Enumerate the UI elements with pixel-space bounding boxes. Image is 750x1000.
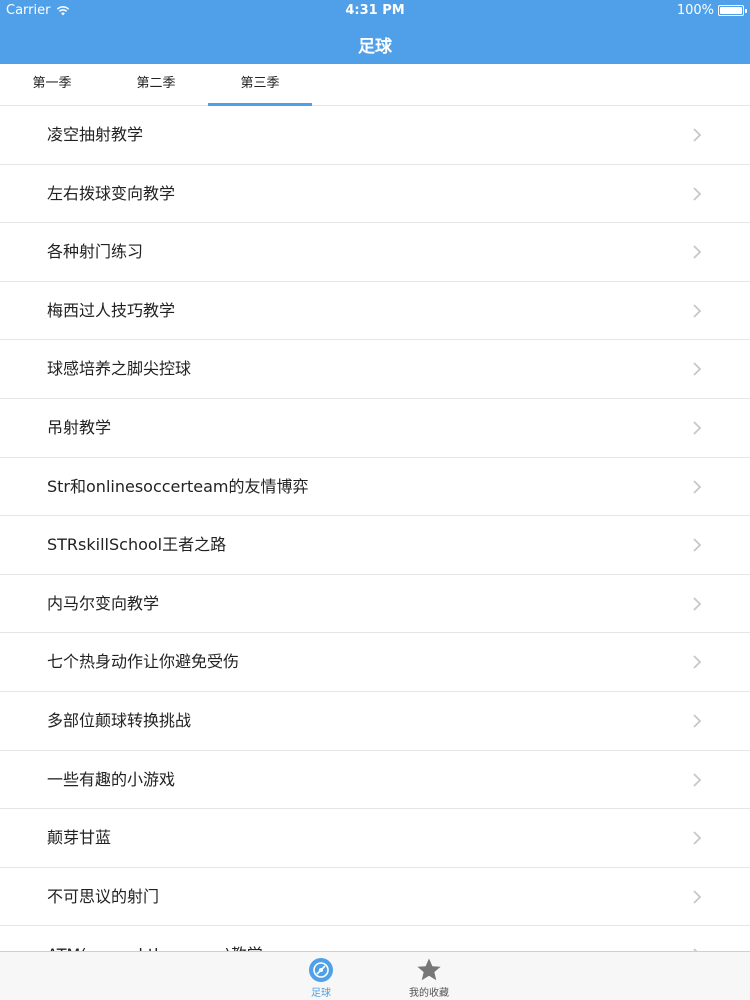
list-item-label: 各种射门练习 xyxy=(47,242,144,262)
list-item-label: ATM(around the moon)教学 xyxy=(47,926,263,951)
season-tabs: 第一季 第二季 第三季 xyxy=(0,64,750,106)
header: Carrier 4:31 PM 100% 足球 xyxy=(0,0,750,64)
chevron-right-icon xyxy=(693,479,702,494)
video-list[interactable]: 凌空抽射教学左右拨球变向教学 各种射门练习梅西过人技巧教学 球感培养之脚尖控球 吊射教… xyxy=(0,106,750,951)
list-item-label: 球感培养之脚尖控球 xyxy=(47,359,192,379)
chevron-right-icon xyxy=(693,245,702,259)
list-item-label: 左右拨球变向教学 xyxy=(47,183,176,203)
list-item[interactable]: 吊射教学 xyxy=(0,398,750,458)
bottom-tab-bar: 足球 我的收藏 xyxy=(0,951,750,1000)
chevron-right-icon xyxy=(693,655,702,669)
list-item[interactable]: 左右拨球变向教学 xyxy=(0,164,750,224)
list-item[interactable]: ATM(around the moon)教学 xyxy=(0,926,750,951)
tabbar-label-soccer: 足球 xyxy=(311,988,331,999)
chevron-right-icon xyxy=(693,362,702,377)
list-item-label: 内马尔变向教学 xyxy=(47,593,160,613)
battery-level xyxy=(720,7,742,14)
chevron-right-icon xyxy=(693,714,702,728)
app-screen: Carrier 4:31 PM 100% 足球 第一季 第二季 第三季 凌空抽射 xyxy=(0,0,750,1000)
status-time: 4:31 PM xyxy=(345,3,405,18)
list-item[interactable]: 各种射门练习 xyxy=(0,223,750,282)
tabbar-item-soccer[interactable]: 足球 xyxy=(281,955,361,999)
chevron-right-icon xyxy=(693,304,702,318)
tab-season-1[interactable]: 第一季 xyxy=(0,64,104,106)
list-item[interactable]: 七个热身动作让你避免受伤 xyxy=(0,633,750,692)
status-bar: Carrier 4:31 PM 100% xyxy=(0,0,750,22)
chevron-right-icon xyxy=(693,597,702,611)
chevron-right-icon xyxy=(693,128,702,142)
chevron-right-icon xyxy=(693,186,702,201)
list-item-label: 七个热身动作让你避免受伤 xyxy=(47,652,240,672)
list-item[interactable]: Str和onlinesoccerteam的友情博弈 xyxy=(0,457,750,517)
list-item-label: 梅西过人技巧教学 xyxy=(47,300,176,320)
list-item-label: 多部位颠球转换挑战 xyxy=(47,710,192,730)
list-item-label: Str和onlinesoccerteam的友情博弈 xyxy=(47,476,309,496)
star-icon xyxy=(417,958,441,981)
chevron-right-icon xyxy=(693,890,702,904)
list-item[interactable]: 凌空抽射教学 xyxy=(0,106,750,165)
list-item[interactable]: 一些有趣的小游戏 xyxy=(0,750,750,810)
list-item[interactable]: 多部位颠球转换挑战 xyxy=(0,691,750,751)
list-item[interactable]: 球感培养之脚尖控球 xyxy=(0,340,750,399)
list-item[interactable]: 颠芽甘蓝 xyxy=(0,809,750,868)
chevron-right-icon xyxy=(693,772,702,787)
list-item-label: 一些有趣的小游戏 xyxy=(47,769,176,789)
tabbar-item-favorites[interactable]: 我的收藏 xyxy=(389,955,469,999)
tabbar-label-favorites: 我的收藏 xyxy=(409,988,449,999)
chevron-right-icon xyxy=(693,421,702,435)
chevron-right-icon xyxy=(693,538,702,552)
soccer-ball-icon xyxy=(309,958,333,982)
list-item-label: 颠芽甘蓝 xyxy=(47,828,112,848)
battery-percent: 100% xyxy=(676,3,714,18)
list-item[interactable]: 梅西过人技巧教学 xyxy=(0,281,750,341)
chevron-right-icon xyxy=(693,831,702,845)
list-item-label: 不可思议的射门 xyxy=(47,886,160,906)
status-right: 100% xyxy=(676,3,747,18)
list-item[interactable]: 内马尔变向教学 xyxy=(0,574,750,634)
tab-season-2[interactable]: 第二季 xyxy=(104,64,208,106)
list-item[interactable]: STRskillSchool王者之路 xyxy=(0,516,750,575)
list-item[interactable]: 不可思议的射门 xyxy=(0,867,750,927)
list-item-label: 吊射教学 xyxy=(47,417,112,437)
tab-season-3[interactable]: 第三季 xyxy=(208,64,312,106)
page-title: 足球 xyxy=(358,37,392,57)
list-item-label: STRskillSchool王者之路 xyxy=(47,535,227,555)
battery-icon xyxy=(718,5,747,16)
list-item-label: 凌空抽射教学 xyxy=(47,125,144,144)
